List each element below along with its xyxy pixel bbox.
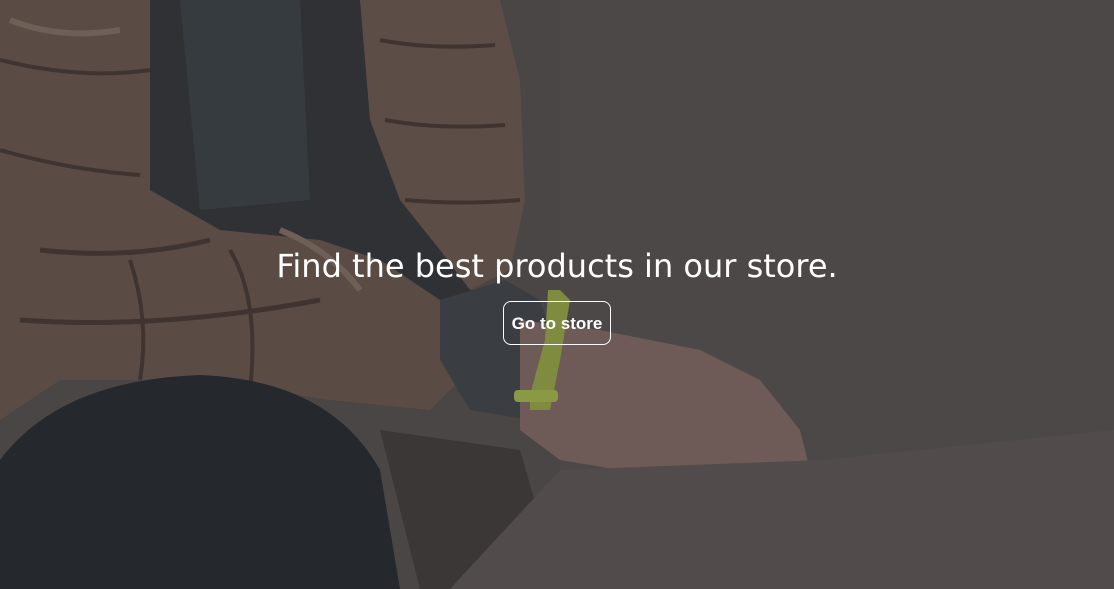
go-to-store-button[interactable]: Go to store (502, 301, 612, 345)
hero-headline: Find the best products in our store. (276, 247, 838, 285)
hero-content: Find the best products in our store. Go … (0, 244, 1114, 345)
hero-banner: Find the best products in our store. Go … (0, 0, 1114, 589)
